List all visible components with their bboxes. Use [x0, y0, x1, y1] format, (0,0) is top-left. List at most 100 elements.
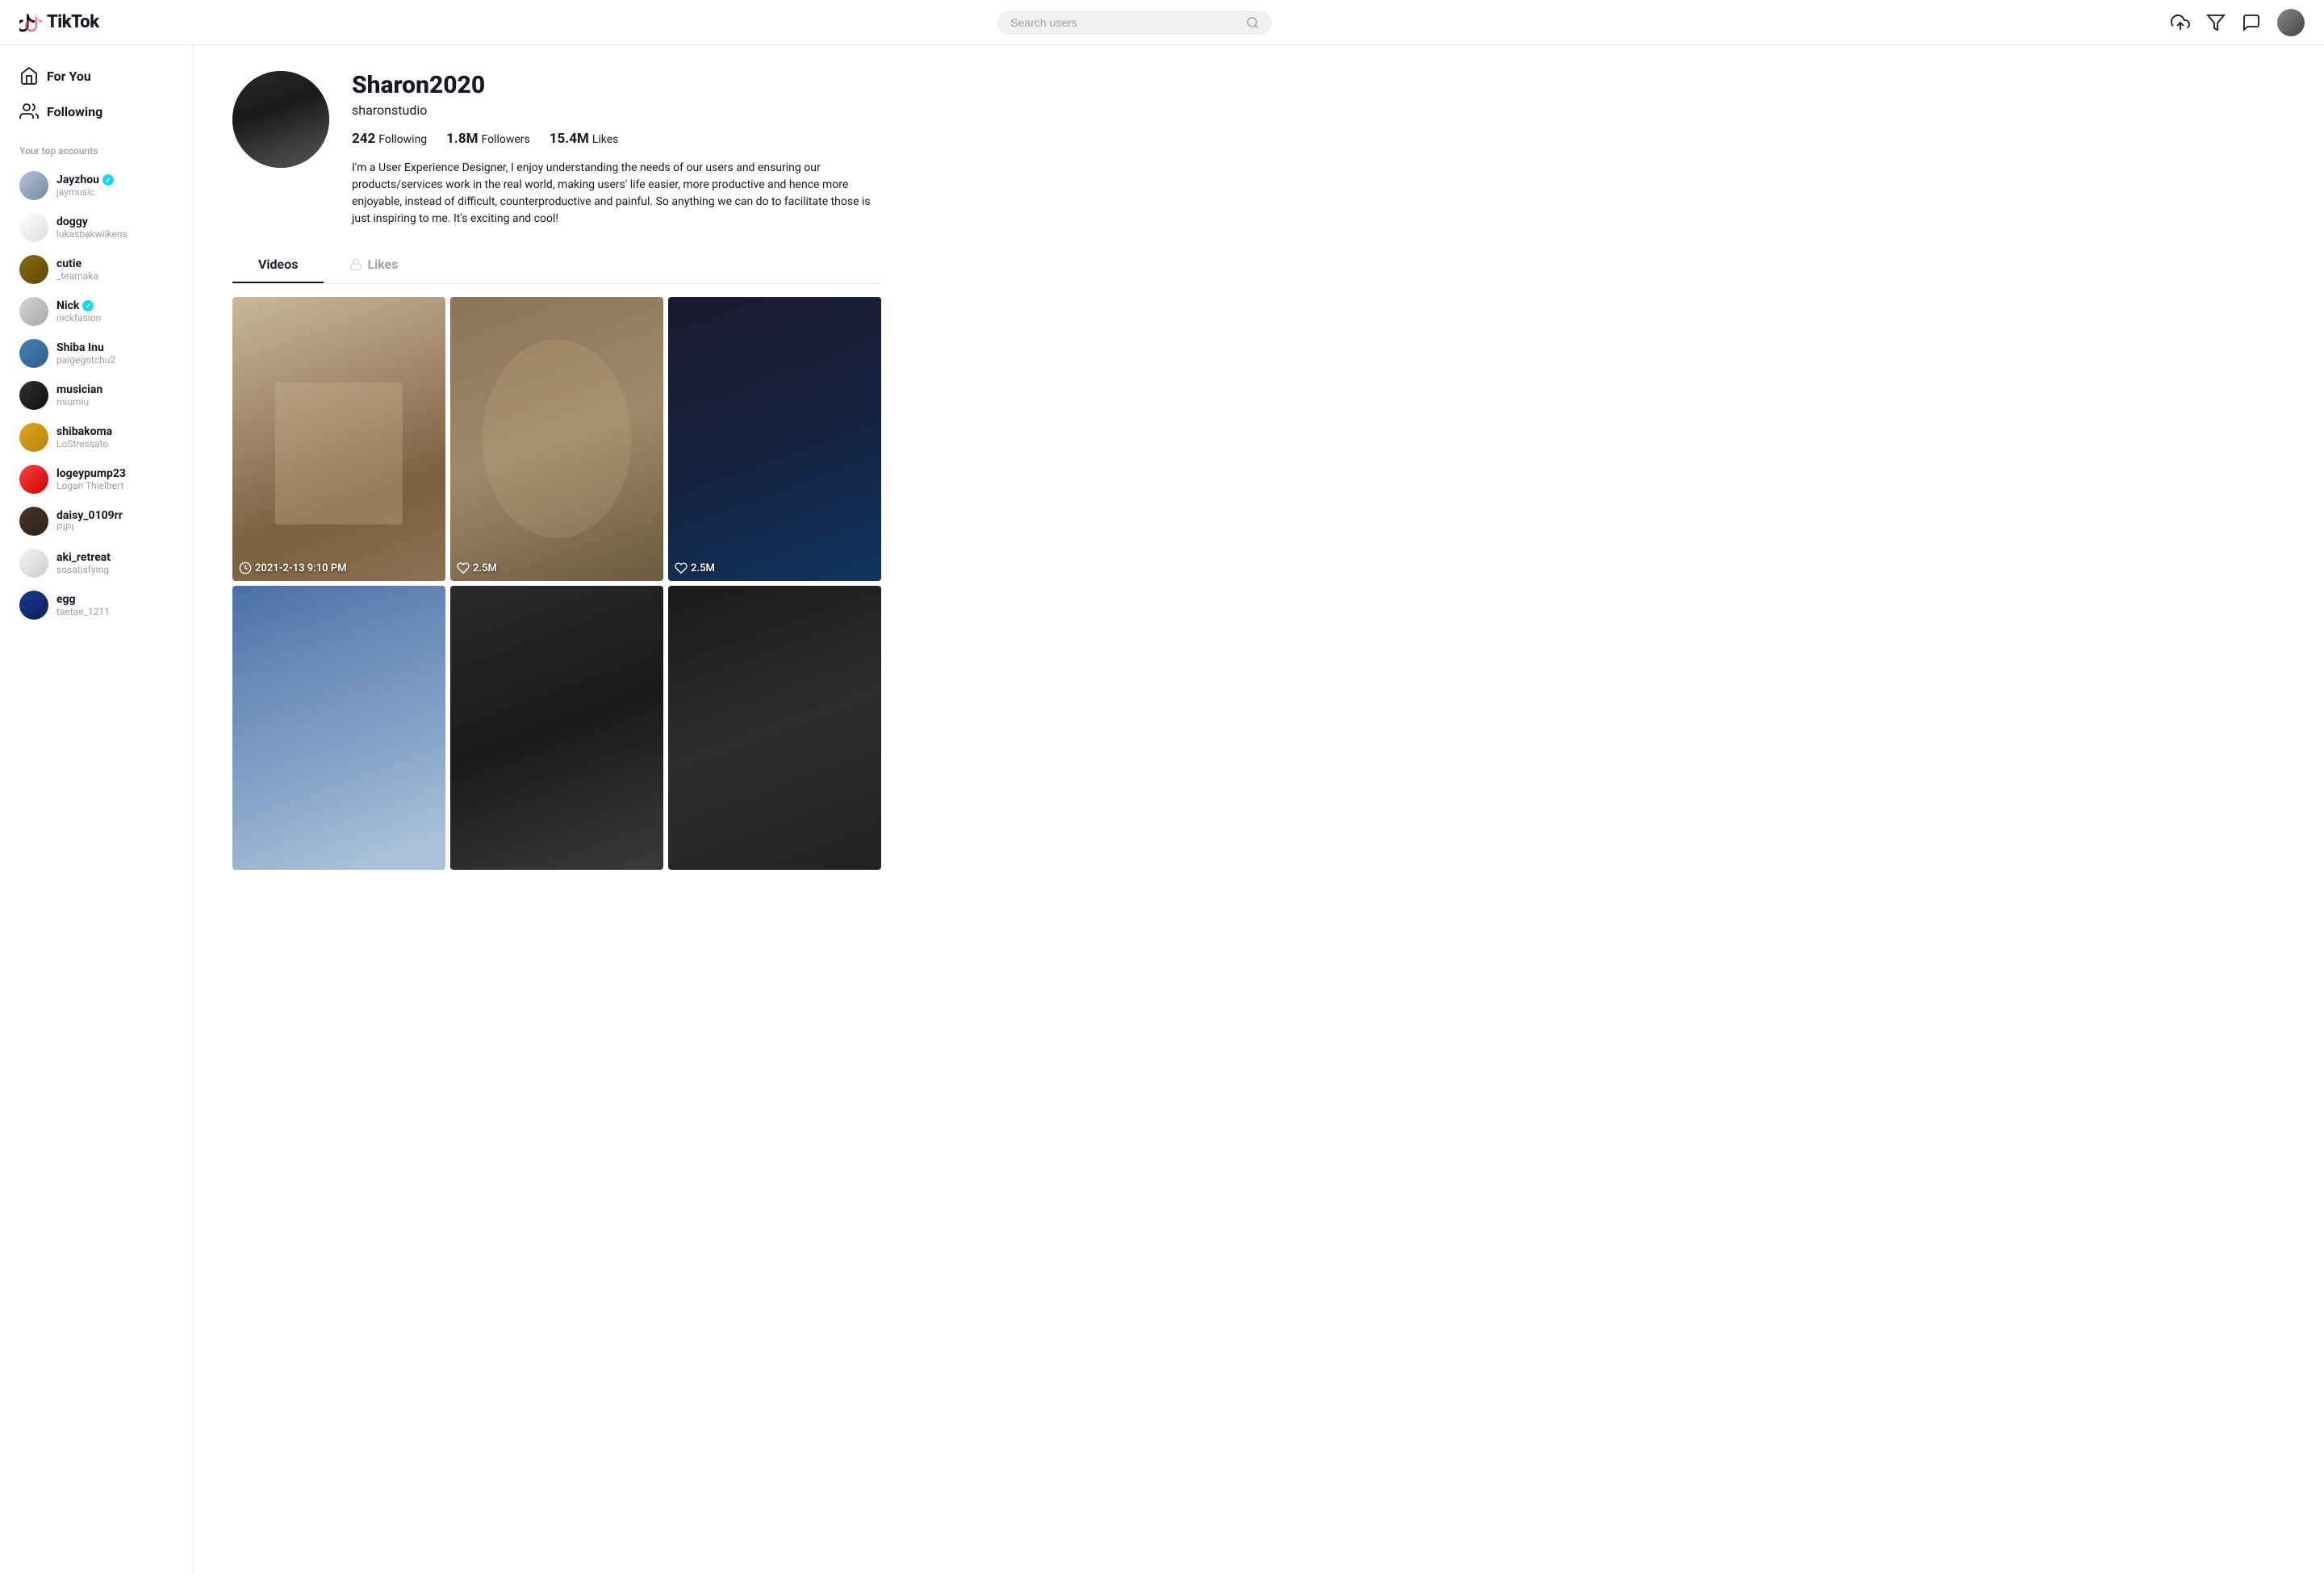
video-thumb-v3[interactable]: 2.5M: [668, 297, 881, 581]
sidebar-account-shibakoma[interactable]: shibakomaLoStressato: [6, 416, 186, 458]
sidebar-item-for-you[interactable]: For You: [6, 58, 186, 94]
account-avatar: [19, 507, 48, 536]
sidebar-account-jayzhou[interactable]: Jayzhou✓jaymusic: [6, 165, 186, 207]
account-avatar: [19, 591, 48, 620]
account-name: shibakoma: [56, 425, 112, 438]
following-count: 242: [352, 131, 375, 147]
profile-handle: sharonstudio: [352, 102, 881, 118]
account-name: cutie: [56, 257, 98, 270]
tab-likes-label: Likes: [367, 257, 398, 272]
video-grid: 2021-2-13 9:10 PM 2.5M 2.5M: [232, 297, 881, 870]
header-icons: [2171, 9, 2305, 36]
account-avatar: [19, 213, 48, 242]
account-username: _teamaka: [56, 270, 98, 282]
sidebar-nav: For You Following: [0, 58, 193, 129]
accounts-list: Jayzhou✓jaymusicdoggylukasbakwilkenscuti…: [0, 165, 193, 626]
account-name: musician: [56, 383, 102, 396]
account-name: Nick✓: [56, 299, 101, 312]
tab-videos-label: Videos: [258, 257, 298, 272]
account-username: lukasbakwilkens: [56, 228, 127, 240]
video-thumb-v6[interactable]: [668, 586, 881, 870]
account-avatar: [19, 465, 48, 494]
followers-stat: 1.8M Followers: [446, 131, 530, 147]
account-avatar: [19, 423, 48, 452]
account-avatar: [19, 297, 48, 326]
likes-count: 15.4M: [550, 131, 589, 147]
search-icon: [1246, 15, 1260, 30]
message-icon[interactable]: [2242, 13, 2261, 32]
sidebar-label-following: Following: [47, 104, 102, 119]
heart-icon: [675, 562, 688, 574]
following-stat: 242 Following: [352, 131, 427, 147]
account-avatar: [19, 339, 48, 368]
video-time-overlay: 2021-2-13 9:10 PM: [239, 562, 347, 574]
profile-tabs: Videos Likes: [232, 247, 881, 284]
video-likes-overlay: 2.5M: [457, 562, 497, 574]
tab-likes[interactable]: Likes: [324, 247, 424, 283]
account-username: sosatisfying: [56, 564, 111, 575]
account-username: Logan Thielbert: [56, 480, 126, 491]
account-avatar: [19, 381, 48, 410]
account-username: taetae_1211: [56, 606, 110, 617]
sidebar-label-for-you: For You: [47, 69, 91, 84]
profile-header: Sharon2020 sharonstudio 242 Following 1.…: [232, 71, 881, 228]
search-input[interactable]: [1010, 16, 1239, 29]
account-avatar: [19, 549, 48, 578]
profile-stats: 242 Following 1.8M Followers 15.4M Likes: [352, 131, 881, 147]
header: TikTok: [0, 0, 2324, 45]
video-thumb-v5[interactable]: [450, 586, 663, 870]
account-name: daisy_0109rr: [56, 509, 123, 522]
sidebar-account-musician[interactable]: musicianmiumiu: [6, 374, 186, 416]
sidebar: For You Following Your top accounts Jayz…: [0, 45, 194, 1575]
lock-icon: [349, 258, 362, 271]
top-accounts-label: Your top accounts: [0, 145, 193, 157]
home-icon: [19, 66, 39, 86]
followers-count: 1.8M: [446, 131, 478, 147]
upload-icon[interactable]: [2171, 13, 2190, 32]
followers-label: Followers: [481, 133, 529, 146]
sidebar-item-following[interactable]: Following: [6, 94, 186, 129]
profile-avatar: [232, 71, 329, 168]
sidebar-account-egg[interactable]: eggtaetae_1211: [6, 584, 186, 626]
account-username: PIPI: [56, 522, 123, 533]
tab-videos[interactable]: Videos: [232, 247, 324, 283]
sidebar-account-doggy[interactable]: doggylukasbakwilkens: [6, 207, 186, 249]
search-bar[interactable]: [997, 10, 1272, 35]
sidebar-account-logeypump23[interactable]: logeypump23Logan Thielbert: [6, 458, 186, 500]
account-avatar: [19, 171, 48, 200]
following-label: Following: [378, 133, 427, 146]
logo[interactable]: TikTok: [19, 11, 99, 34]
sidebar-account-aki_retreat[interactable]: aki_retreatsosatisfying: [6, 542, 186, 584]
video-thumb-v2[interactable]: 2.5M: [450, 297, 663, 581]
profile-bio: I'm a User Experience Designer, I enjoy …: [352, 160, 881, 228]
video-thumb-v4[interactable]: [232, 586, 445, 870]
verified-badge: ✓: [102, 174, 114, 186]
tiktok-logo-icon: [19, 11, 42, 34]
account-username: LoStressato: [56, 438, 112, 449]
following-icon: [19, 102, 39, 121]
sidebar-account-nick[interactable]: Nick✓nickfasion: [6, 290, 186, 332]
user-avatar[interactable]: [2277, 9, 2305, 36]
account-username: jaymusic: [56, 186, 114, 198]
filter-icon[interactable]: [2206, 13, 2226, 32]
sidebar-account-daisy_0109rr[interactable]: daisy_0109rrPIPI: [6, 500, 186, 542]
profile-info: Sharon2020 sharonstudio 242 Following 1.…: [352, 71, 881, 228]
account-name: Shiba Inu: [56, 341, 115, 354]
likes-stat: 15.4M Likes: [550, 131, 619, 147]
main-content: Sharon2020 sharonstudio 242 Following 1.…: [194, 45, 920, 1575]
profile-avatar-image: [232, 71, 329, 168]
user-avatar-image: [2277, 9, 2305, 36]
page-layout: For You Following Your top accounts Jayz…: [0, 45, 2324, 1575]
account-name: logeypump23: [56, 467, 126, 480]
verified-badge: ✓: [82, 300, 94, 311]
sidebar-account-shiba-inu[interactable]: Shiba Inupaigegotchu2: [6, 332, 186, 374]
video-thumb-v1[interactable]: 2021-2-13 9:10 PM: [232, 297, 445, 581]
likes-label: Likes: [592, 133, 619, 146]
sidebar-account-cutie[interactable]: cutie_teamaka: [6, 249, 186, 290]
account-username: miumiu: [56, 396, 102, 407]
account-avatar: [19, 255, 48, 284]
account-username: nickfasion: [56, 312, 101, 324]
account-username: paigegotchu2: [56, 354, 115, 366]
account-name: egg: [56, 593, 110, 606]
video-likes-overlay: 2.5M: [675, 562, 715, 574]
